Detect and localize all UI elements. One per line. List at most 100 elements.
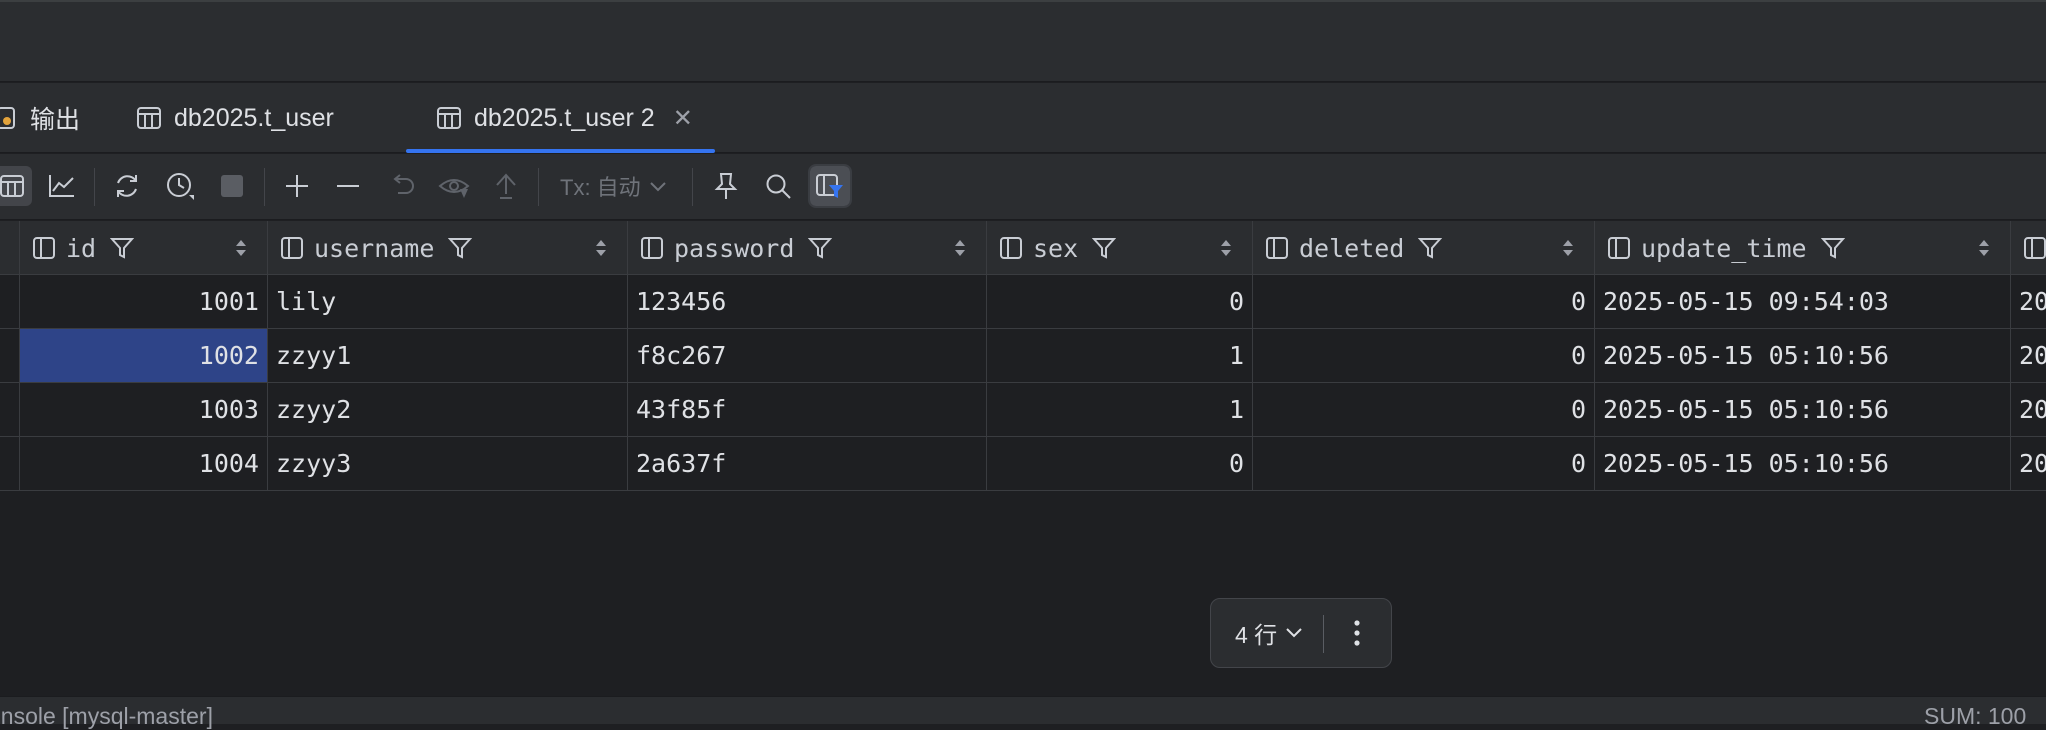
cell-password[interactable]: f8c267 xyxy=(628,329,987,382)
preview-changes-icon[interactable] xyxy=(434,166,474,206)
column-header-password[interactable]: password xyxy=(628,221,987,275)
column-header-create-time[interactable] xyxy=(2011,221,2046,275)
output-icon xyxy=(0,105,18,131)
cell-id[interactable]: 1004 xyxy=(20,437,268,490)
cell-deleted[interactable]: 0 xyxy=(1253,383,1595,436)
cell-create-time[interactable]: 20 xyxy=(2011,329,2046,382)
search-icon[interactable] xyxy=(758,166,798,206)
column-icon xyxy=(32,236,56,260)
pin-tab-icon[interactable] xyxy=(706,166,746,206)
column-name: deleted xyxy=(1299,233,1405,263)
sort-icon[interactable] xyxy=(235,237,247,259)
filter-icon[interactable] xyxy=(110,236,135,260)
column-name: update_time xyxy=(1641,233,1807,263)
cell-create-time[interactable]: 20 xyxy=(2011,275,2046,328)
column-header-deleted[interactable]: deleted xyxy=(1253,221,1595,275)
chevron-down-icon xyxy=(1285,627,1303,639)
sort-icon[interactable] xyxy=(1978,237,1990,259)
cell-username[interactable]: lily xyxy=(268,275,628,328)
more-options-icon[interactable] xyxy=(1337,613,1377,653)
column-header-id[interactable]: id xyxy=(20,221,268,275)
cell-sex[interactable]: 1 xyxy=(987,383,1253,436)
tab-strip: 输出 db2025.t_user db2025.t_user 2 ✕ xyxy=(0,83,2046,153)
row-count-dropdown[interactable]: 4 行 xyxy=(1235,599,1303,667)
row-gutter[interactable] xyxy=(0,275,20,328)
sort-icon[interactable] xyxy=(595,237,607,259)
tab-label: db2025.t_user 2 xyxy=(474,103,655,132)
tab-label: db2025.t_user xyxy=(174,103,334,132)
filter-icon[interactable] xyxy=(808,236,833,260)
stop-icon[interactable] xyxy=(212,166,252,206)
close-icon[interactable]: ✕ xyxy=(673,104,693,133)
result-grid: id username password sex deleted update_… xyxy=(0,221,2046,491)
cell-sex[interactable]: 0 xyxy=(987,437,1253,490)
sort-icon[interactable] xyxy=(1562,237,1574,259)
cell-password[interactable]: 2a637f xyxy=(628,437,987,490)
row-number-header xyxy=(0,221,20,275)
cell-update-time[interactable]: 2025-05-15 05:10:56 xyxy=(1595,329,2011,382)
cell-deleted[interactable]: 0 xyxy=(1253,437,1595,490)
sum-indicator: SUM: 100 xyxy=(1924,703,2027,729)
cell-update-time[interactable]: 2025-05-15 09:54:03 xyxy=(1595,275,2011,328)
row-count-label: 4 行 xyxy=(1235,622,1278,648)
filter-icon[interactable] xyxy=(1820,236,1845,260)
sort-icon[interactable] xyxy=(1220,237,1232,259)
transaction-mode-dropdown[interactable]: Tx: 自动 xyxy=(560,166,667,206)
filter-panel-icon[interactable] xyxy=(808,164,852,208)
column-icon xyxy=(1265,236,1289,260)
chart-view-icon[interactable] xyxy=(42,166,82,206)
cell-sex[interactable]: 1 xyxy=(987,329,1253,382)
cell-deleted[interactable]: 0 xyxy=(1253,329,1595,382)
status-bar: onsole [mysql-master] SUM: 100 xyxy=(0,696,2046,729)
row-gutter[interactable] xyxy=(0,329,20,382)
column-header-sex[interactable]: sex xyxy=(987,221,1253,275)
column-name: sex xyxy=(1033,233,1079,263)
filter-icon[interactable] xyxy=(1092,236,1117,260)
cell-create-time[interactable]: 20 xyxy=(2011,383,2046,436)
table-row: 1001 lily 123456 0 0 2025-05-15 09:54:03… xyxy=(0,275,2046,329)
revert-icon[interactable] xyxy=(382,166,422,206)
cell-update-time[interactable]: 2025-05-15 05:10:56 xyxy=(1595,383,2011,436)
column-icon xyxy=(280,236,304,260)
cell-username[interactable]: zzyy1 xyxy=(268,329,628,382)
column-name: username xyxy=(314,233,435,263)
filter-icon[interactable] xyxy=(448,236,473,260)
remove-row-icon[interactable] xyxy=(328,166,368,206)
cell-id[interactable]: 1002 xyxy=(20,329,268,382)
cell-password[interactable]: 43f85f xyxy=(628,383,987,436)
console-breadcrumb[interactable]: onsole [mysql-master] xyxy=(0,703,213,730)
tab-db2025-t-user-2[interactable]: db2025.t_user 2 ✕ xyxy=(406,83,715,153)
refresh-icon[interactable] xyxy=(107,166,147,206)
table-icon xyxy=(436,105,462,131)
sort-icon[interactable] xyxy=(954,237,966,259)
cell-deleted[interactable]: 0 xyxy=(1253,275,1595,328)
column-icon xyxy=(640,236,664,260)
row-gutter[interactable] xyxy=(0,383,20,436)
table-row: 1003 zzyy2 43f85f 1 0 2025-05-15 05:10:5… xyxy=(0,383,2046,437)
cell-update-time[interactable]: 2025-05-15 05:10:56 xyxy=(1595,437,2011,490)
cell-username[interactable]: zzyy3 xyxy=(268,437,628,490)
tab-output[interactable]: 输出 xyxy=(0,83,80,153)
cell-id[interactable]: 1003 xyxy=(20,383,268,436)
table-row: 1004 zzyy3 2a637f 0 0 2025-05-15 05:10:5… xyxy=(0,437,2046,491)
grid-header: id username password sex deleted update_… xyxy=(0,221,2046,275)
tab-db2025-t-user[interactable]: db2025.t_user xyxy=(136,83,334,153)
cell-sex[interactable]: 0 xyxy=(987,275,1253,328)
top-bar xyxy=(0,0,2046,82)
history-icon[interactable] xyxy=(160,166,200,206)
add-row-icon[interactable] xyxy=(277,166,317,206)
cell-create-time[interactable]: 20 xyxy=(2011,437,2046,490)
column-header-username[interactable]: username xyxy=(268,221,628,275)
column-header-update-time[interactable]: update_time xyxy=(1595,221,2011,275)
submit-icon[interactable] xyxy=(486,166,526,206)
cell-id[interactable]: 1001 xyxy=(20,275,268,328)
filter-icon[interactable] xyxy=(1418,236,1443,260)
table-view-icon[interactable] xyxy=(0,166,32,206)
cell-username[interactable]: zzyy2 xyxy=(268,383,628,436)
table-row: 1002 zzyy1 f8c267 1 0 2025-05-15 05:10:5… xyxy=(0,329,2046,383)
cell-password[interactable]: 123456 xyxy=(628,275,987,328)
row-gutter[interactable] xyxy=(0,437,20,490)
table-icon xyxy=(136,105,162,131)
chevron-down-icon xyxy=(649,173,667,199)
column-name: id xyxy=(66,233,97,263)
